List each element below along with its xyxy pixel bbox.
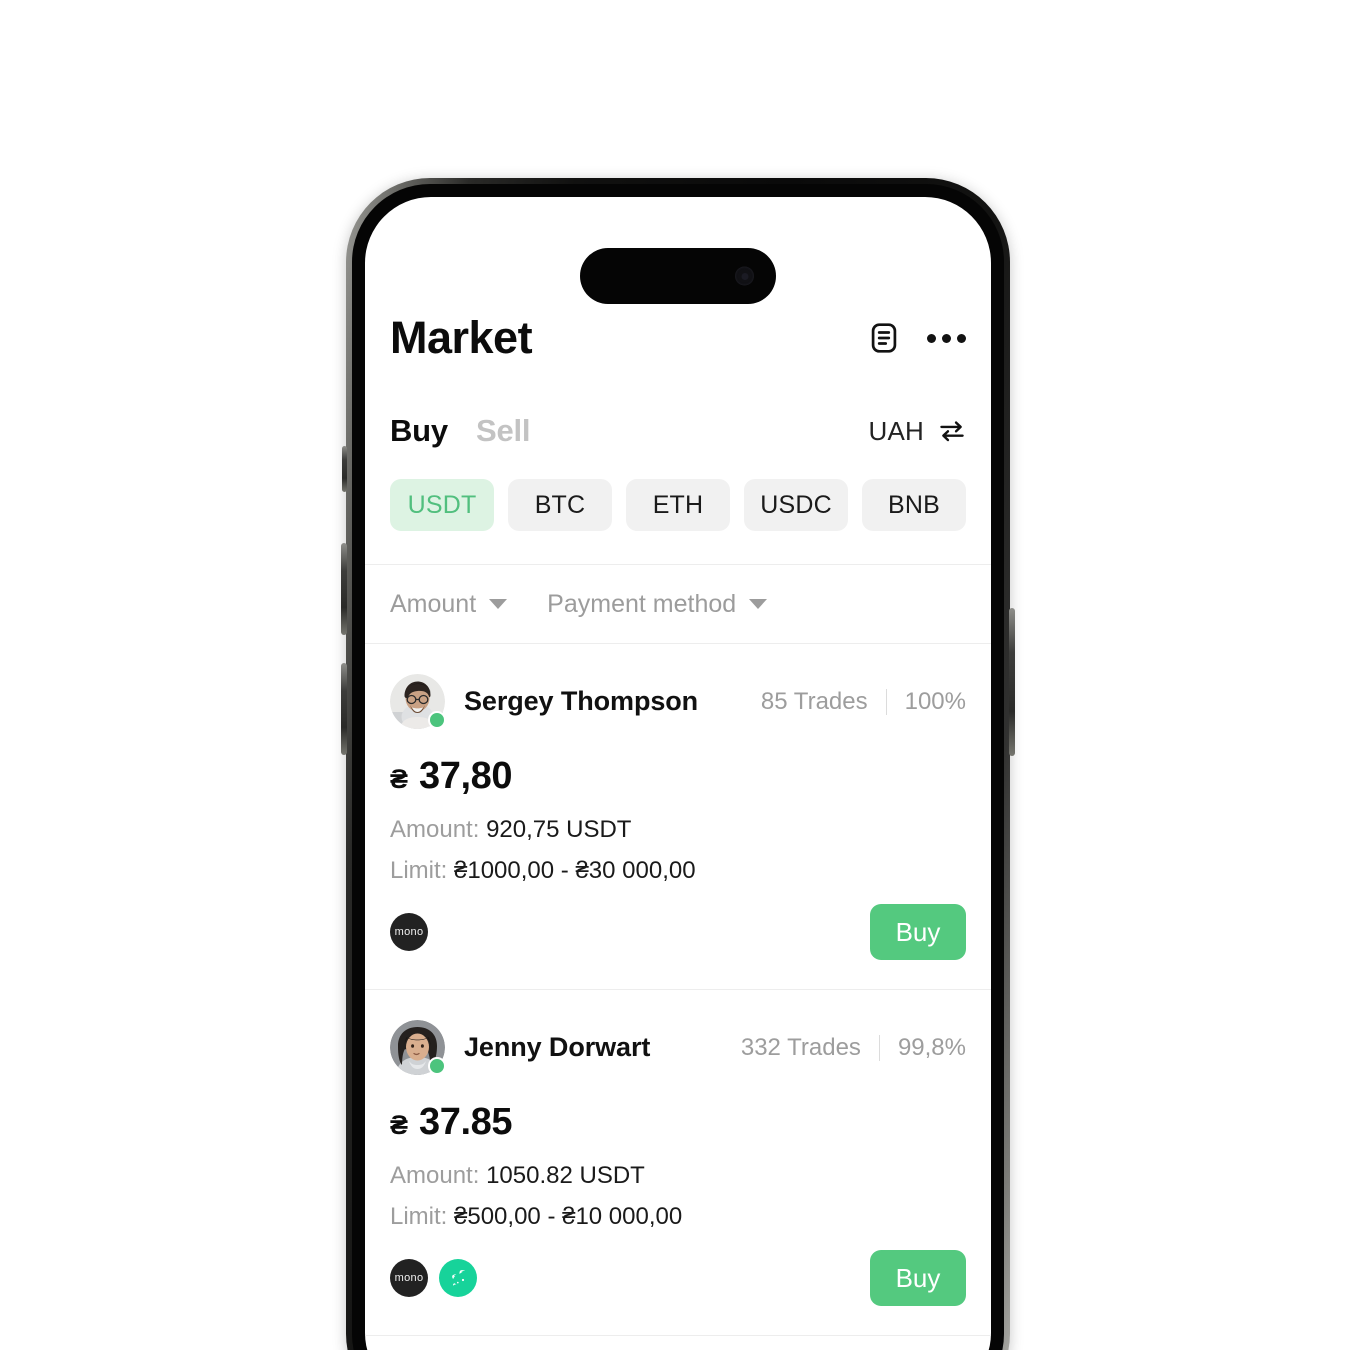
screenshot-canvas: Market Buy Sell UAH USDT BTC ETH USDC BN… (0, 0, 1350, 1350)
avatar (390, 1020, 446, 1075)
action-button[interactable] (342, 446, 347, 492)
front-camera-icon (735, 266, 754, 286)
offer-card[interactable]: Sergey Thompson 85 Trades 100% ₴ 37,80 A… (365, 644, 991, 989)
document-icon[interactable] (867, 321, 901, 355)
trader-stats: 332 Trades 99,8% (741, 1034, 966, 1062)
filter-amount-label: Amount (390, 589, 477, 618)
avatar (390, 674, 446, 729)
coin-chip-eth[interactable]: ETH (626, 479, 730, 531)
filter-amount[interactable]: Amount (390, 589, 508, 619)
limit-label: Limit: (390, 1203, 448, 1230)
phone-bezel: Market Buy Sell UAH USDT BTC ETH USDC BN… (352, 184, 1004, 1350)
monobank-icon: mono (390, 913, 428, 951)
trader-name: Sergey Thompson (464, 686, 699, 716)
offer-header: Jenny Dorwart 332 Trades 99,8% (390, 1020, 966, 1075)
trader-stats: 85 Trades 100% (761, 688, 966, 716)
tab-sell[interactable]: Sell (476, 413, 531, 449)
offer-amount-row: Amount: 1050.82 USDT (390, 1162, 966, 1190)
amount-label: Amount: (390, 816, 480, 843)
online-status-indicator (428, 711, 446, 729)
phone-device-frame: Market Buy Sell UAH USDT BTC ETH USDC BN… (341, 178, 1015, 1350)
trade-count: 85 Trades (760, 687, 868, 715)
limit-value: ₴500,00 - ₴10 000,00 (454, 1203, 683, 1230)
p2p-market-app: Market Buy Sell UAH USDT BTC ETH USDC BN… (365, 197, 991, 1350)
coin-chip-usdc[interactable]: USDC (744, 479, 848, 531)
offer-list[interactable]: Sergey Thompson 85 Trades 100% ₴ 37,80 A… (365, 644, 991, 1350)
amount-label: Amount: (390, 1162, 480, 1189)
completion-rate: 99,8% (897, 1033, 966, 1061)
currency-label: UAH (868, 415, 924, 446)
trader-info[interactable]: Sergey Thompson (390, 674, 698, 729)
offer-price: ₴ 37,80 (390, 755, 966, 798)
price-value: 37,80 (419, 755, 513, 797)
trade-count: 332 Trades (740, 1033, 861, 1061)
header-actions (867, 321, 966, 355)
trader-info[interactable]: Jenny Dorwart (390, 1020, 650, 1075)
currency-symbol: ₴ (390, 764, 409, 794)
payment-method-icons: mono (390, 1259, 477, 1297)
power-button[interactable] (1009, 608, 1015, 756)
dynamic-island (580, 248, 776, 304)
coin-chip-bnb[interactable]: BNB (862, 479, 966, 531)
price-value: 37.85 (419, 1101, 513, 1143)
monobank-icon: mono (390, 1259, 428, 1297)
completion-rate: 100% (904, 687, 966, 715)
coin-filter-row[interactable]: USDT BTC ETH USDC BNB (365, 479, 991, 531)
stats-separator (878, 1034, 880, 1061)
chevron-down-icon (489, 599, 508, 609)
tab-buy[interactable]: Buy (390, 413, 448, 449)
online-status-indicator (428, 1057, 446, 1075)
filter-payment-method[interactable]: Payment method (547, 589, 768, 619)
app-header: Market (365, 305, 991, 371)
currency-selector[interactable]: UAH (869, 416, 967, 447)
currency-symbol: ₴ (390, 1110, 409, 1140)
buy-button[interactable]: Buy (870, 1250, 966, 1306)
offer-header: Sergey Thompson 85 Trades 100% (390, 674, 966, 729)
amount-value: 1050.82 USDT (486, 1162, 645, 1189)
trader-name: Jenny Dorwart (464, 1032, 651, 1062)
more-options-icon[interactable] (927, 328, 966, 349)
offer-footer: mono Buy (390, 903, 966, 961)
mode-tabs: Buy Sell (390, 413, 531, 449)
offer-limit-row: Limit: ₴1000,00 - ₴30 000,00 (390, 857, 966, 885)
volume-up-button[interactable] (341, 543, 347, 635)
limit-value: ₴1000,00 - ₴30 000,00 (454, 857, 696, 884)
offer-price: ₴ 37.85 (390, 1101, 966, 1144)
limit-label: Limit: (390, 857, 448, 884)
offer-limit-row: Limit: ₴500,00 - ₴10 000,00 (390, 1203, 966, 1231)
offer-footer: mono Buy (390, 1249, 966, 1307)
offer-card[interactable]: Olivia Steiner 643 Trades 98,5% (365, 1335, 991, 1350)
stats-separator (885, 688, 887, 715)
phone-screen: Market Buy Sell UAH USDT BTC ETH USDC BN… (365, 197, 991, 1350)
offer-card[interactable]: Jenny Dorwart 332 Trades 99,8% ₴ 37.85 A… (365, 989, 991, 1335)
filter-row: Amount Payment method (365, 565, 991, 643)
amount-value: 920,75 USDT (486, 816, 632, 843)
privat24-icon (439, 1259, 477, 1297)
payment-method-icons: mono (390, 913, 428, 951)
filters-section: Amount Payment method (365, 564, 991, 644)
chevron-down-icon (749, 599, 768, 609)
buy-button[interactable]: Buy (870, 904, 966, 960)
coin-chip-btc[interactable]: BTC (508, 479, 612, 531)
swap-arrows-icon[interactable] (938, 418, 966, 444)
filter-payment-method-label: Payment method (547, 589, 737, 618)
offer-amount-row: Amount: 920,75 USDT (390, 816, 966, 844)
coin-chip-usdt[interactable]: USDT (390, 479, 494, 531)
volume-down-button[interactable] (341, 663, 347, 755)
mode-row: Buy Sell UAH (365, 409, 991, 453)
page-title: Market (390, 312, 533, 363)
